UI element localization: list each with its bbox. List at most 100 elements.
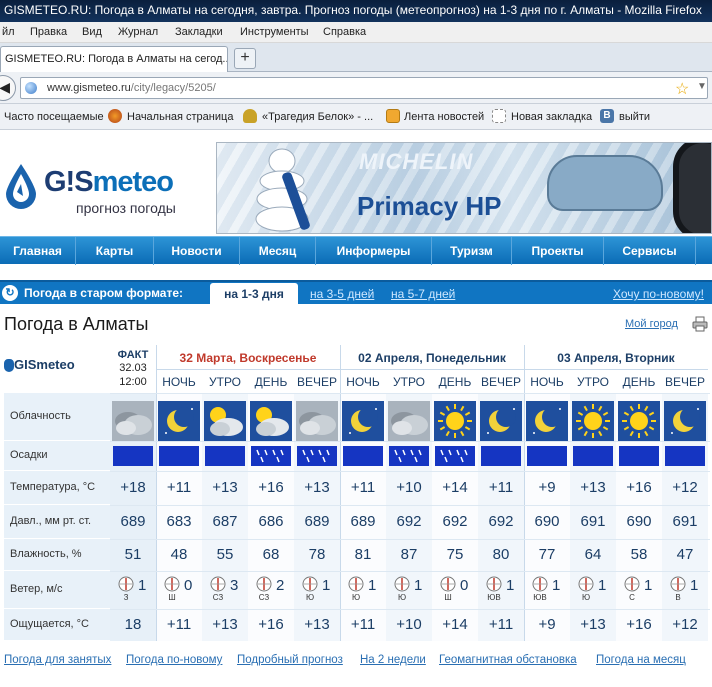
bookmark-news-feed[interactable]: Лента новостей — [404, 111, 484, 123]
bookmark-home-page[interactable]: Начальная страница — [127, 111, 233, 123]
menu-bookmarks[interactable]: Закладки — [175, 26, 223, 38]
new-tab-button[interactable]: + — [234, 48, 256, 69]
link-month-weather[interactable]: Погода на месяц — [596, 654, 686, 666]
nav-home[interactable]: Главная — [0, 237, 76, 265]
nav-services[interactable]: Сервисы — [604, 237, 696, 265]
wind-cell: Ю1 — [386, 574, 432, 606]
tab-3-5-days[interactable]: на 3-5 дней — [310, 287, 374, 301]
wind-speed: 1 — [414, 577, 423, 594]
temperature-value: +14 — [442, 479, 468, 496]
no-precip-icon — [113, 446, 153, 466]
site-logo[interactable]: G!Smeteo прогноз погоды — [0, 140, 216, 234]
pressure-value: 692 — [488, 513, 514, 530]
wind-compass-icon — [348, 576, 364, 592]
url-domain: www.gismeteo.ru — [47, 82, 131, 94]
day-header-underline — [524, 369, 708, 370]
menu-view[interactable]: Вид — [82, 26, 102, 38]
link-busy-weather[interactable]: Погода для занятых — [4, 654, 111, 666]
pressure-value: 691 — [580, 513, 606, 530]
bookmark-star-icon[interactable]: ☆ — [675, 79, 689, 99]
humidity-value: 55 — [216, 546, 234, 563]
feels-like-value: +13 — [580, 616, 606, 633]
menu-file[interactable]: йл — [2, 26, 15, 38]
period-label: ВЕЧЕР — [480, 375, 521, 389]
logo-wordmark: G!Smeteo — [44, 166, 174, 199]
forecast-logo: GISmeteo — [14, 357, 75, 372]
humidity-value: 47 — [676, 546, 694, 563]
nav-projects[interactable]: Проекты — [512, 237, 604, 265]
menu-help[interactable]: Справка — [323, 26, 366, 38]
period-label: НОЧЬ — [162, 375, 196, 389]
forecast-table: GISmeteo ФАКТ 32.03 12:00 32 Марта, Воскресе… — [4, 345, 710, 641]
tab-1-3-days[interactable]: на 1-3 дня — [210, 283, 298, 306]
wind-direction: СЗ — [212, 593, 224, 602]
link-new-weather[interactable]: Погода по-новому — [126, 654, 222, 666]
wind-speed: 1 — [552, 577, 561, 594]
nav-informers[interactable]: Информеры — [316, 237, 432, 265]
temperature-value: +13 — [580, 479, 606, 496]
wind-cell: Ю1 — [294, 574, 340, 606]
wind-cell: З1 — [110, 574, 156, 606]
wind-cell: ЮВ 1 — [478, 574, 524, 606]
humidity-value: 75 — [446, 546, 464, 563]
wind-speed: 1 — [598, 577, 607, 594]
print-icon[interactable] — [692, 316, 708, 332]
period-label: ДЕНЬ — [622, 375, 656, 389]
row-label: Ветер, м/с — [10, 583, 63, 595]
wind-speed: 1 — [644, 577, 653, 594]
menu-bar: йл Правка Вид Журнал Закладки Инструмент… — [0, 22, 712, 43]
wind-cell: Ю1 — [340, 574, 386, 606]
bookmark-most-visited[interactable]: Часто посещаемые — [4, 111, 104, 123]
firefox-icon — [108, 109, 122, 123]
url-dropdown-icon[interactable]: ▼ — [697, 81, 707, 92]
pressure-value: 689 — [120, 513, 146, 530]
night-clear-weather-icon — [342, 401, 384, 441]
site-identity-icon[interactable] — [25, 82, 37, 94]
advertising-banner[interactable]: MICHELIN Primacy HP — [216, 142, 712, 234]
my-city-link[interactable]: Мой город — [625, 318, 678, 330]
night-clear-weather-icon — [664, 401, 706, 441]
link-geomagnetic[interactable]: Геомагнитная обстановка — [439, 654, 577, 666]
menu-edit[interactable]: Правка — [30, 26, 67, 38]
temperature-value: +11 — [488, 479, 514, 496]
browser-tab[interactable]: GISMETEO.RU: Погода в Алматы на сегод... — [0, 46, 228, 72]
wind-speed: 1 — [506, 577, 515, 594]
wind-direction: Ю — [351, 593, 361, 602]
back-arrow-icon[interactable]: ◀ — [0, 75, 16, 101]
wind-compass-icon — [210, 576, 226, 592]
day-header: 03 Апреля, Вторник — [557, 351, 675, 365]
menu-tools[interactable]: Инструменты — [240, 26, 309, 38]
nav-news[interactable]: Новости — [154, 237, 240, 265]
bookmark-logout[interactable]: выйти — [619, 111, 650, 123]
cloudy-weather-icon — [112, 401, 154, 441]
nav-month[interactable]: Месяц — [240, 237, 316, 265]
car-image — [547, 155, 663, 211]
row-label: Давл., мм рт. ст. — [10, 515, 92, 527]
row-separator — [110, 505, 710, 506]
nav-tourism[interactable]: Туризм — [432, 237, 512, 265]
cloudy-weather-icon — [296, 401, 338, 441]
site-header: G!Smeteo прогноз погоды MICHELIN Primacy… — [0, 140, 712, 234]
row-separator — [110, 471, 710, 472]
wind-direction: ЮВ — [487, 593, 501, 602]
wind-speed: 2 — [276, 577, 285, 594]
bookmark-tragedy[interactable]: «Трагедия Белок» - ... — [262, 111, 373, 123]
link-two-weeks[interactable]: На 2 недели — [360, 654, 426, 666]
row-separator — [110, 539, 710, 540]
link-detailed-forecast[interactable]: Подробный прогноз — [237, 654, 343, 666]
menu-history[interactable]: Журнал — [118, 26, 158, 38]
nav-maps[interactable]: Карты — [76, 237, 154, 265]
wind-direction: ЮВ — [533, 593, 547, 602]
period-label: ВЕЧЕР — [296, 375, 337, 389]
day-header: 02 Апреля, Понедельник — [358, 351, 506, 365]
row-label: Осадки — [10, 449, 48, 461]
tab-5-7-days[interactable]: на 5-7 дней — [391, 287, 455, 301]
wind-cell: С1 — [616, 574, 662, 606]
address-bar[interactable]: www.gismeteo.ru/city/legacy/5205/ ☆ ▼ — [20, 77, 708, 99]
bookmark-new[interactable]: Новая закладка — [511, 111, 592, 123]
feels-like-value: +9 — [538, 616, 556, 633]
rain-icon — [251, 446, 291, 466]
no-precip-icon — [665, 446, 705, 466]
new-format-link[interactable]: Хочу по-новому! — [613, 287, 704, 301]
no-precip-icon — [343, 446, 383, 466]
